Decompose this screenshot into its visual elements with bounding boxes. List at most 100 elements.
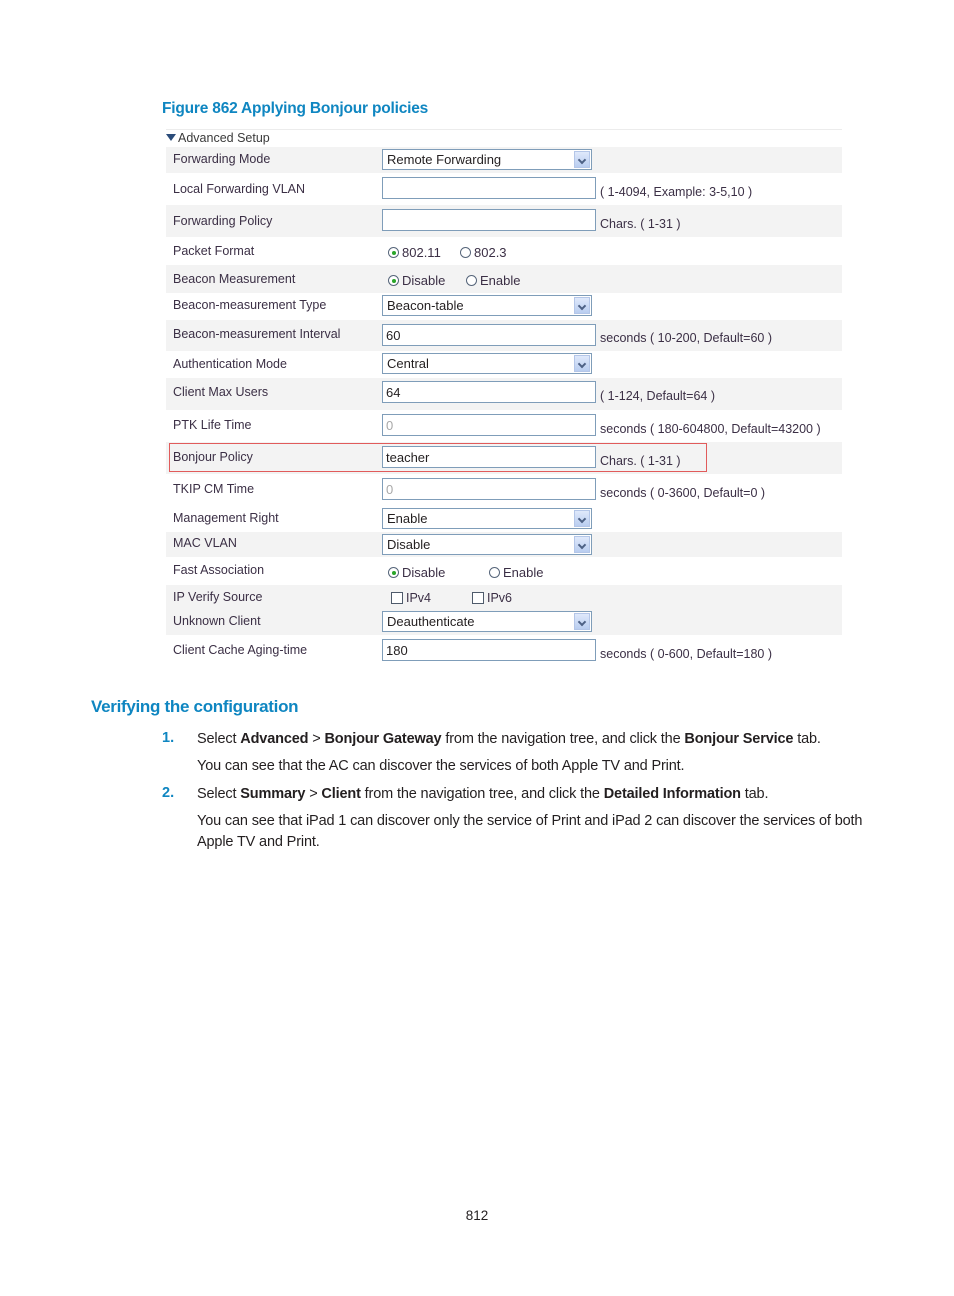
text: > [308,731,325,747]
management-right-label: Management Right [173,511,279,525]
beacon-measurement-radio-disable[interactable]: Disable [388,273,445,288]
chevron-down-icon[interactable] [574,355,590,372]
row-client-max-users: Client Max Users 64 ( 1-124, Default=64 … [166,378,842,410]
unknown-client-label: Unknown Client [173,614,261,628]
authentication-mode-value: Central [387,356,429,371]
tab-name: Bonjour Service [684,731,794,747]
ip-verify-source-ipv6-checkbox[interactable]: IPv6 [472,591,512,605]
tkip-cm-time-value: 0 [386,482,394,497]
row-beacon-measurement-type: Beacon-measurement Type Beacon-table [166,293,842,320]
chevron-down-icon[interactable] [574,510,590,527]
beacon-measurement-radio-enable[interactable]: Enable [466,273,520,288]
section-heading: Verifying the configuration [91,697,299,716]
unknown-client-select[interactable]: Deauthenticate [382,611,592,632]
radio-unselected-icon[interactable] [460,247,471,258]
chevron-down-icon[interactable] [574,613,590,630]
row-forwarding-mode: Forwarding Mode Remote Forwarding [166,147,842,173]
beacon-measurement-type-select[interactable]: Beacon-table [382,295,592,316]
client-max-users-input[interactable]: 64 [382,381,596,403]
row-fast-association: Fast Association Disable Enable [166,557,842,585]
unknown-client-value: Deauthenticate [387,614,475,629]
forwarding-policy-input[interactable] [382,209,596,231]
triangle-down-icon [166,134,176,141]
text: > [305,786,322,802]
beacon-measurement-interval-input[interactable]: 60 [382,324,596,346]
row-ptk-life-time: PTK Life Time 0 seconds ( 180-604800, De… [166,410,842,442]
row-mac-vlan: MAC VLAN Disable [166,532,842,557]
radio-label: Enable [503,565,544,580]
radio-label: Disable [402,565,446,580]
page-number: 812 [465,1208,489,1223]
radio-label: Enable [480,273,521,288]
client-cache-aging-time-hint: seconds ( 0-600, Default=180 ) [600,647,772,661]
mac-vlan-value: Disable [387,537,431,552]
client-cache-aging-time-value: 180 [386,643,408,658]
ptk-life-time-label: PTK Life Time [173,418,252,432]
text: tab. [793,731,821,747]
chevron-down-icon[interactable] [574,536,590,553]
row-beacon-measurement: Beacon Measurement Disable Enable [166,265,842,293]
radio-selected-icon[interactable] [388,275,399,286]
step-number: 1. [162,730,175,746]
chevron-down-icon[interactable] [574,297,590,314]
row-local-forwarding-vlan: Local Forwarding VLAN ( 1-4094, Example:… [166,173,842,205]
fast-association-radio-enable[interactable]: Enable [489,565,543,580]
ptk-life-time-value: 0 [386,418,394,433]
beacon-measurement-interval-value: 60 [386,328,401,343]
beacon-measurement-interval-hint: seconds ( 10-200, Default=60 ) [600,331,772,345]
bonjour-policy-highlight-box [169,443,707,472]
client-max-users-value: 64 [386,385,401,400]
beacon-measurement-type-value: Beacon-table [387,298,464,313]
menu-name: Bonjour Gateway [324,731,442,747]
packet-format-label: Packet Format [173,244,255,258]
advanced-setup-toggle[interactable]: Advanced Setup [166,131,270,145]
mac-vlan-select[interactable]: Disable [382,534,592,555]
forwarding-mode-select[interactable]: Remote Forwarding [382,149,592,170]
row-beacon-measurement-interval: Beacon-measurement Interval 60 seconds (… [166,320,842,351]
row-packet-format: Packet Format 802.11 802.3 [166,237,842,265]
divider [166,129,842,130]
step-instruction: Select Advanced > Bonjour Gateway from t… [197,729,877,750]
local-forwarding-vlan-label: Local Forwarding VLAN [173,182,306,196]
menu-name: Advanced [240,731,309,747]
tkip-cm-time-label: TKIP CM Time [173,482,255,496]
client-max-users-label: Client Max Users [173,385,269,399]
management-right-select[interactable]: Enable [382,508,592,529]
fast-association-label: Fast Association [173,563,265,577]
beacon-measurement-type-label: Beacon-measurement Type [173,298,327,312]
checkbox-unchecked-icon[interactable] [391,592,403,604]
chevron-down-icon[interactable] [574,151,590,168]
beacon-measurement-interval-label: Beacon-measurement Interval [173,327,341,341]
row-authentication-mode: Authentication Mode Central [166,351,842,378]
checkbox-unchecked-icon[interactable] [472,592,484,604]
step-result: You can see that the AC can discover the… [197,758,685,774]
checkbox-label: IPv6 [487,591,513,605]
text: Select [197,731,241,747]
row-client-cache-aging-time: Client Cache Aging-time 180 seconds ( 0-… [166,635,842,667]
authentication-mode-label: Authentication Mode [173,357,287,371]
row-forwarding-policy: Forwarding Policy Chars. ( 1-31 ) [166,205,842,237]
advanced-setup-label: Advanced Setup [178,131,270,145]
ptk-life-time-input[interactable]: 0 [382,414,596,436]
advanced-setup-panel: Advanced Setup Forwarding Mode Remote Fo… [166,129,842,669]
client-cache-aging-time-label: Client Cache Aging-time [173,643,308,657]
local-forwarding-vlan-input[interactable] [382,177,596,199]
mac-vlan-label: MAC VLAN [173,536,237,550]
text: from the navigation tree, and click the [441,731,685,747]
authentication-mode-select[interactable]: Central [382,353,592,374]
client-cache-aging-time-input[interactable]: 180 [382,639,596,661]
packet-format-radio-80211[interactable]: 802.11 [388,245,441,260]
ip-verify-source-ipv4-checkbox[interactable]: IPv4 [391,591,431,605]
packet-format-radio-8023[interactable]: 802.3 [460,245,507,260]
radio-unselected-icon[interactable] [489,567,500,578]
forwarding-policy-label: Forwarding Policy [173,214,273,228]
radio-selected-icon[interactable] [388,567,399,578]
menu-name: Client [321,786,361,802]
radio-unselected-icon[interactable] [466,275,477,286]
fast-association-radio-disable[interactable]: Disable [388,565,445,580]
tkip-cm-time-input[interactable]: 0 [382,478,596,500]
text: tab. [740,786,769,802]
text: from the navigation tree, and click the [360,786,604,802]
radio-label: 802.3 [474,245,507,260]
radio-selected-icon[interactable] [388,247,399,258]
